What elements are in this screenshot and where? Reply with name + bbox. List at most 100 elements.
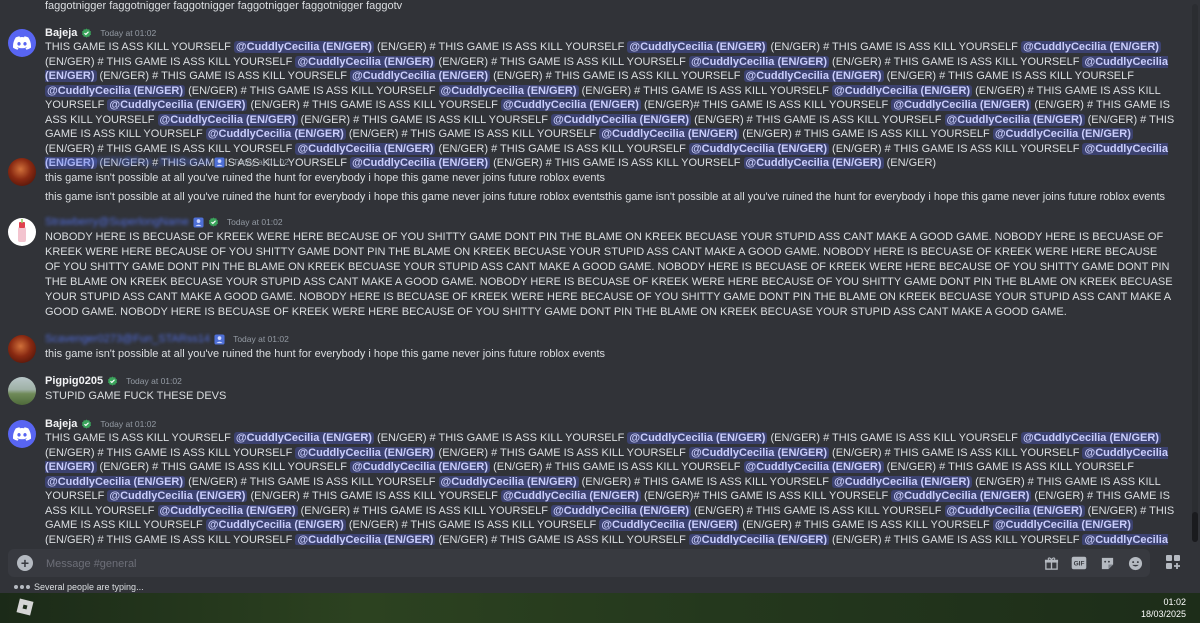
verified-badge-icon bbox=[107, 375, 118, 387]
message-header: Bajeja Today at 01:02 bbox=[45, 26, 1175, 40]
user-mention[interactable]: @CuddlyCecilia (EN/GER) bbox=[832, 475, 973, 488]
user-mention[interactable]: @CuddlyCecilia (EN/GER) bbox=[295, 533, 436, 545]
author-name[interactable]: Scavenger0273@Fun_STARss14 bbox=[45, 332, 210, 346]
message-header: Scavenger0273@Fun_STARss14 Today at 01:0… bbox=[45, 332, 1175, 346]
message-header: Bajeja Today at 01:02 bbox=[45, 417, 1175, 431]
user-mention[interactable]: @CuddlyCecilia (EN/GER) bbox=[688, 446, 829, 459]
user-mention[interactable]: @CuddlyCecilia (EN/GER) bbox=[295, 55, 436, 68]
role-badge-icon bbox=[214, 156, 225, 168]
avatar[interactable] bbox=[8, 420, 36, 448]
strawberry-milk-icon bbox=[18, 219, 26, 242]
user-mention[interactable]: @CuddlyCecilia (EN/GER) bbox=[233, 432, 374, 444]
user-mention[interactable]: @CuddlyCecilia (EN/GER) bbox=[599, 519, 740, 531]
user-mention[interactable]: @CuddlyCecilia (EN/GER) bbox=[688, 55, 829, 68]
role-badge-icon bbox=[214, 333, 225, 345]
timestamp: Today at 01:02 bbox=[100, 419, 157, 429]
user-mention[interactable]: @CuddlyCecilia (EN/GER) bbox=[107, 99, 248, 111]
taskbar: 01:02 18/03/2025 bbox=[0, 593, 1200, 623]
message-body: this game isn't possible at all you've r… bbox=[45, 172, 606, 184]
message-header: Scavenger0273@Fun_STARss14 Today at 01:0… bbox=[45, 155, 1175, 169]
timestamp: Today at 01:02 bbox=[126, 376, 182, 386]
message-body: THIS GAME IS ASS KILL YOURSELF @CuddlyCe… bbox=[45, 431, 1175, 545]
user-mention[interactable]: @CuddlyCecilia (EN/GER) bbox=[438, 84, 579, 97]
user-mention[interactable]: @CuddlyCecilia (EN/GER) bbox=[205, 519, 346, 531]
user-mention[interactable]: @CuddlyCecilia (EN/GER) bbox=[205, 128, 346, 140]
user-mention[interactable]: @CuddlyCecilia (EN/GER) bbox=[551, 504, 692, 517]
message-composer: + GIF bbox=[8, 549, 1150, 577]
scrollbar-thumb[interactable] bbox=[1192, 512, 1198, 542]
message-body: THIS GAME IS ASS KILL YOURSELF @CuddlyCe… bbox=[45, 41, 1175, 169]
typing-text: Several people are typing... bbox=[34, 582, 144, 592]
avatar[interactable] bbox=[8, 29, 36, 57]
app-launcher-icon[interactable] bbox=[1162, 551, 1184, 573]
svg-text:GIF: GIF bbox=[1074, 561, 1085, 568]
user-mention[interactable]: @CuddlyCecilia (EN/GER) bbox=[992, 519, 1133, 531]
verified-badge-icon bbox=[208, 216, 219, 228]
role-badge-icon bbox=[193, 216, 204, 228]
user-mention[interactable]: @CuddlyCecilia (EN/GER) bbox=[157, 113, 298, 126]
user-mention[interactable]: @CuddlyCecilia (EN/GER) bbox=[45, 475, 186, 488]
system-clock[interactable]: 01:02 18/03/2025 bbox=[1141, 596, 1186, 620]
user-mention[interactable]: @CuddlyCecilia (EN/GER) bbox=[349, 70, 491, 82]
user-mention[interactable]: @CuddlyCecilia (EN/GER) bbox=[944, 113, 1085, 126]
user-mention[interactable]: @CuddlyCecilia (EN/GER) bbox=[438, 475, 579, 488]
author-name[interactable]: Scavenger0273@Fun_STARss14 bbox=[45, 155, 210, 169]
user-mention[interactable]: @CuddlyCecilia (EN/GER) bbox=[551, 113, 692, 126]
user-mention[interactable]: @CuddlyCecilia (EN/GER) bbox=[295, 446, 436, 459]
user-mention[interactable]: @CuddlyCecilia (EN/GER) bbox=[157, 504, 298, 517]
emoji-icon[interactable] bbox=[1126, 554, 1144, 572]
gif-icon[interactable]: GIF bbox=[1070, 554, 1088, 572]
author-name[interactable]: Strawberry@SuperlongName bbox=[45, 215, 189, 229]
avatar[interactable] bbox=[8, 335, 36, 363]
user-mention[interactable]: @CuddlyCecilia (EN/GER) bbox=[688, 142, 829, 155]
roblox-logo-icon[interactable] bbox=[16, 598, 34, 616]
user-mention[interactable]: @CuddlyCecilia (EN/GER) bbox=[891, 99, 1032, 111]
message-header: Strawberry@SuperlongName Today at 01:02 bbox=[45, 215, 1175, 229]
upload-plus-icon[interactable]: + bbox=[17, 555, 33, 571]
user-mention[interactable]: @CuddlyCecilia (EN/GER) bbox=[500, 99, 641, 111]
user-mention[interactable]: @CuddlyCecilia (EN/GER) bbox=[688, 533, 829, 545]
user-mention[interactable]: @CuddlyCecilia (EN/GER) bbox=[627, 432, 768, 444]
discord-logo-icon bbox=[13, 427, 31, 441]
user-mention[interactable]: @CuddlyCecilia (EN/GER) bbox=[944, 504, 1085, 517]
message-input[interactable] bbox=[44, 554, 948, 574]
message-body: this game isn't possible at all you've r… bbox=[45, 190, 1166, 203]
user-mention[interactable]: @CuddlyCecilia (EN/GER) bbox=[627, 41, 768, 53]
user-mention[interactable]: @CuddlyCecilia (EN/GER) bbox=[599, 128, 740, 140]
clock-date: 18/03/2025 bbox=[1140, 609, 1186, 619]
clock-time: 01:02 bbox=[1163, 597, 1186, 607]
chat-scrollbar[interactable] bbox=[1192, 4, 1198, 542]
user-mention[interactable]: @CuddlyCecilia (EN/GER) bbox=[992, 128, 1133, 140]
user-mention[interactable]: @CuddlyCecilia (EN/GER) bbox=[891, 490, 1032, 502]
user-mention[interactable]: @CuddlyCecilia (EN/GER) bbox=[107, 490, 248, 502]
author-name[interactable]: Bajeja bbox=[45, 417, 77, 431]
user-mention[interactable]: @CuddlyCecilia (EN/GER) bbox=[45, 84, 186, 97]
user-mention[interactable]: @CuddlyCecilia (EN/GER) bbox=[743, 70, 884, 82]
author-name[interactable]: Pigpig0205 bbox=[45, 374, 103, 388]
message-body: STUPID GAME FUCK THESE DEVS bbox=[45, 390, 227, 402]
user-mention[interactable]: @CuddlyCecilia (EN/GER) bbox=[295, 142, 436, 155]
user-mention[interactable]: @CuddlyCecilia (EN/GER) bbox=[1020, 432, 1161, 444]
gift-icon[interactable] bbox=[1042, 554, 1060, 572]
user-mention[interactable]: @CuddlyCecilia (EN/GER) bbox=[349, 461, 491, 473]
user-mention[interactable]: @CuddlyCecilia (EN/GER) bbox=[743, 461, 884, 473]
verified-badge-icon bbox=[81, 418, 92, 430]
timestamp: Today at 01:02 bbox=[233, 334, 289, 344]
user-mention[interactable]: @CuddlyCecilia (EN/GER) bbox=[832, 84, 973, 97]
avatar[interactable] bbox=[8, 218, 36, 246]
user-mention[interactable]: @CuddlyCecilia (EN/GER) bbox=[500, 490, 641, 502]
discord-logo-icon bbox=[13, 36, 31, 50]
avatar[interactable] bbox=[8, 377, 36, 405]
timestamp: Today at 01:02 bbox=[100, 28, 157, 38]
message-body: this game isn't possible at all you've r… bbox=[45, 348, 606, 360]
user-mention[interactable]: @CuddlyCecilia (EN/GER) bbox=[1020, 41, 1161, 53]
avatar[interactable] bbox=[8, 158, 36, 186]
sticker-icon[interactable] bbox=[1098, 554, 1116, 572]
composer-actions: GIF bbox=[1042, 554, 1144, 572]
user-mention[interactable]: @CuddlyCecilia (EN/GER) bbox=[233, 41, 374, 53]
chat-messages: faggotnigger faggotnigger faggotnigger f… bbox=[0, 0, 1186, 545]
typing-indicator: Several people are typing... bbox=[14, 580, 144, 594]
message-body: NOBODY HERE IS BECUASE OF KREEK WERE HER… bbox=[45, 231, 1173, 318]
author-name[interactable]: Bajeja bbox=[45, 26, 77, 40]
timestamp: Today at 01:02 bbox=[233, 157, 289, 167]
